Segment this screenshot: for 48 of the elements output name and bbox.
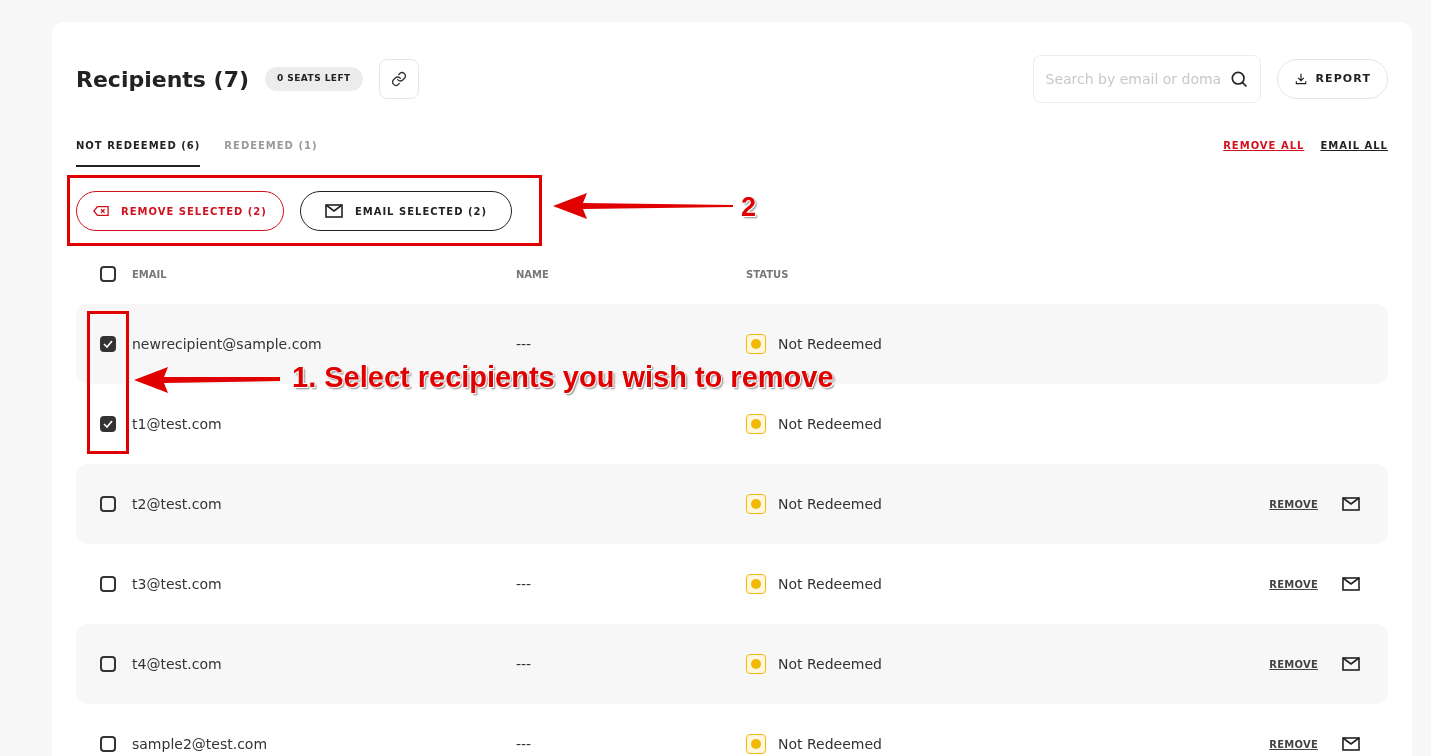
email-cell: sample2@test.com: [132, 735, 268, 752]
envelope-icon[interactable]: [1342, 737, 1360, 751]
envelope-icon[interactable]: [1342, 657, 1360, 671]
email-cell: t4@test.com: [132, 655, 222, 672]
email-cell: t2@test.com: [132, 495, 222, 512]
status-text: Not Redeemed: [778, 334, 882, 354]
row-checkbox[interactable]: [100, 496, 116, 512]
status-text: Not Redeemed: [778, 494, 882, 514]
remove-link[interactable]: REMOVE: [1269, 496, 1318, 512]
select-all-checkbox[interactable]: [100, 266, 116, 282]
remove-all-link[interactable]: REMOVE ALL: [1223, 138, 1305, 153]
backspace-icon: [93, 205, 109, 217]
status-text: Not Redeemed: [778, 734, 882, 754]
column-header: NAME: [516, 267, 550, 282]
email-all-link[interactable]: EMAIL ALL: [1320, 138, 1388, 153]
row-checkbox[interactable]: [100, 576, 116, 592]
row-checkbox[interactable]: [100, 336, 116, 352]
envelope-icon: [324, 204, 343, 218]
copy-link-button[interactable]: [378, 59, 419, 99]
name-cell: ---: [516, 735, 532, 752]
seats-left-badge: 0 SEATS LEFT: [265, 67, 363, 91]
link-icon: [390, 71, 407, 87]
column-header: EMAIL: [132, 267, 168, 282]
status-text: Not Redeemed: [778, 574, 882, 594]
envelope-icon[interactable]: [1342, 497, 1360, 511]
email-cell: newrecipient@sample.com: [132, 335, 322, 352]
remove-link[interactable]: REMOVE: [1269, 576, 1318, 592]
arrow-icon: [134, 366, 280, 394]
tab[interactable]: NOT REDEEMED (6): [76, 138, 201, 167]
remove-link[interactable]: REMOVE: [1269, 736, 1318, 752]
page-title: Recipients (7): [76, 65, 249, 94]
column-header: STATUS: [746, 267, 789, 282]
row-checkbox[interactable]: [100, 736, 116, 752]
row-checkbox[interactable]: [100, 416, 116, 432]
name-cell: ---: [516, 335, 532, 352]
email-cell: t1@test.com: [132, 415, 222, 432]
annotation-text: 2: [741, 191, 757, 224]
annotation-text: 1. Select recipients you wish to remove: [292, 360, 834, 395]
arrow-icon: [553, 192, 733, 220]
name-cell: ---: [516, 575, 532, 592]
download-icon: [1293, 72, 1308, 86]
name-cell: ---: [516, 655, 532, 672]
status-text: Not Redeemed: [778, 654, 882, 674]
status-text: Not Redeemed: [778, 414, 882, 434]
row-checkbox[interactable]: [100, 656, 116, 672]
email-cell: t3@test.com: [132, 575, 222, 592]
remove-link[interactable]: REMOVE: [1269, 656, 1318, 672]
envelope-icon[interactable]: [1342, 577, 1360, 591]
